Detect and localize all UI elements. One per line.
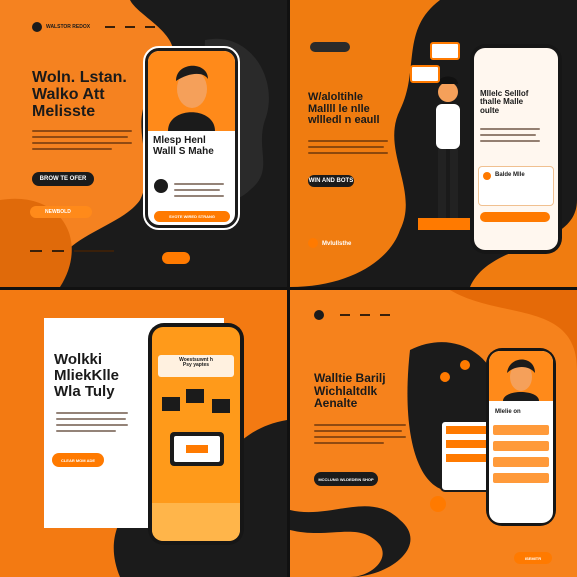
list-item[interactable] <box>493 425 549 435</box>
portrait-illustration <box>489 351 553 401</box>
card-icon <box>483 172 491 180</box>
panel-4-landing-mockup: Walltie Barilj Wichlaltdlk Aenalte MCCLU… <box>290 290 577 577</box>
hero-body-left <box>308 140 388 154</box>
phone-title: Woestsuwnt h Psy yaptes <box>179 357 213 369</box>
top-nav <box>340 314 390 316</box>
phone-screen: Mlelie on <box>489 351 553 523</box>
chip-illustration <box>162 389 230 466</box>
list-item[interactable] <box>493 457 549 467</box>
phone-body-text <box>174 183 224 197</box>
chat-bubble-card <box>410 65 440 83</box>
cta-dark-button[interactable]: WIN AND BOTS <box>308 175 354 187</box>
orbit-node-icon <box>440 372 450 382</box>
hero-body-text <box>314 424 406 444</box>
nav-pill[interactable] <box>310 42 350 52</box>
hero-heading: Woln. Lstan. Walko Att Melisste <box>32 69 127 120</box>
panel-1-landing-mockup: WALSTOR REDOX Woln. Lstan. Walko Att Mel… <box>0 0 287 287</box>
phone-screen: Mlesp Henl Walll S Mahe SVOTE WIRED STRA… <box>148 51 235 225</box>
cta-dark-button[interactable]: MCCLUNG WLDEDEIN SHOP <box>314 472 378 486</box>
phone-body-text <box>480 128 540 142</box>
list-item[interactable] <box>493 473 549 483</box>
hero-body-text <box>32 130 132 150</box>
card-title: Balde Mlle <box>495 172 525 178</box>
avatar-icon <box>168 65 215 131</box>
cta-orange-button[interactable]: ISEMITR <box>514 552 552 564</box>
phone-mockup: Mlesp Henl Walll S Mahe SVOTE WIRED STRA… <box>143 46 240 230</box>
phone-screen: Mllelc Selllof thalle Malle oulte Balde … <box>474 48 558 250</box>
top-nav <box>105 26 155 28</box>
phone-cta-button[interactable]: SVOTE WIRED STRANG <box>154 211 230 222</box>
phone-footer <box>152 503 240 541</box>
card-title: Mlelie on <box>495 409 521 415</box>
phone-heading: Mlesp Henl Walll S Mahe <box>153 135 214 157</box>
hero-heading: Walltie Barilj Wichlaltdlk Aenalte <box>314 371 386 411</box>
panel-2-landing-mockup: W/aloltihle Mallll le nlle wllledl n eau… <box>290 0 577 287</box>
portrait-illustration <box>148 51 235 131</box>
panel-3-landing-mockup: Wolkki MliekKlle Wla Tuly CLEAR MOM ADE … <box>0 290 287 577</box>
cta-dark-button[interactable]: BROW TE OFER <box>32 172 94 186</box>
gear-icon <box>430 496 446 512</box>
footer-button[interactable] <box>162 252 190 264</box>
orbit-node-icon <box>460 360 470 370</box>
hero-heading: Wolkki MliekKlle Wla Tuly <box>54 351 120 400</box>
phone-mockup: Mllelc Selllof thalle Malle oulte Balde … <box>470 44 562 254</box>
cta-secondary-label: NEWBOLD <box>45 209 71 215</box>
phone-mockup: Woestsuwnt h Psy yaptes <box>148 323 244 545</box>
hero-body-text <box>56 412 128 432</box>
footer-brand: Mvlullsthe <box>322 241 352 247</box>
hero-heading-left: W/aloltihle Mallll le nlle wllledl n eau… <box>308 91 380 127</box>
play-icon[interactable] <box>154 179 168 193</box>
footer-links <box>30 250 114 252</box>
logo-icon <box>314 310 324 320</box>
info-card: Balde Mlle <box>478 166 554 206</box>
phone-screen: Woestsuwnt h Psy yaptes <box>152 327 240 541</box>
chat-bubble-card <box>430 42 460 60</box>
avatar-icon <box>503 359 539 401</box>
footer-logo-icon <box>308 238 318 248</box>
phone-mockup: Mlelie on <box>486 348 556 526</box>
logo-icon <box>32 22 42 32</box>
cta-button[interactable]: CLEAR MOM ADE <box>52 453 104 467</box>
phone-heading: Mllelc Selllof thalle Malle oulte <box>480 89 529 115</box>
brand-name: WALSTOR REDOX <box>46 24 91 30</box>
phone-cta-button[interactable] <box>480 212 550 222</box>
list-item[interactable] <box>493 441 549 451</box>
